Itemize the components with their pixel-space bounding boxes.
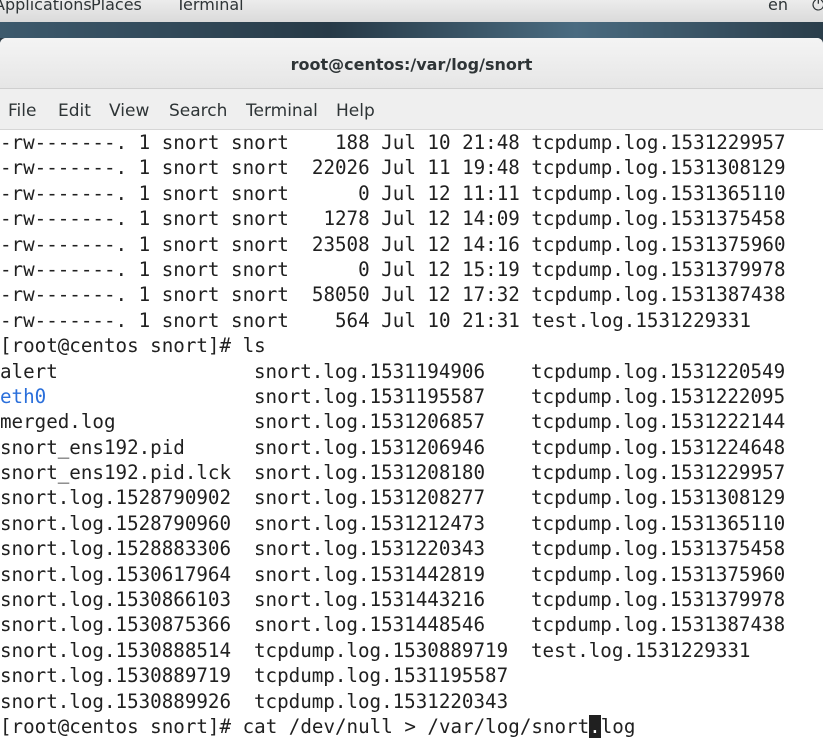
- file-entry: snort.log.1528883306: [0, 537, 232, 561]
- menu-file[interactable]: File: [8, 101, 36, 121]
- file-entry: snort.log.1530866103: [0, 588, 232, 612]
- file-entry: snort.log.1531220343: [254, 537, 486, 561]
- ls-row: snort.log.1530889926 tcpdump.log.15312203…: [0, 689, 823, 714]
- file-entry: snort.log.1531212473: [254, 511, 486, 535]
- file-entry: snort.log.1530889719: [0, 664, 232, 688]
- file-entry: snort.log.1531195587: [254, 384, 486, 408]
- file-entry: tcpdump.log.1531220549: [531, 359, 786, 383]
- power-icon[interactable]: ⏻: [812, 0, 823, 15]
- ls-row: snort_ens192.pid.lck snort.log.1531208180…: [0, 460, 823, 485]
- menu-terminal[interactable]: Terminal: [246, 101, 318, 121]
- file-entry: snort.log.1531442819: [254, 562, 486, 586]
- file-entry: tcpdump.log.1531222144: [531, 410, 786, 434]
- menu-bar: File Edit View Search Terminal Help: [0, 89, 823, 130]
- ls-row: alert snort.log.1531194906 tcpdump.log.153…: [0, 359, 823, 384]
- file-entry: tcpdump.log.1531365110: [531, 511, 786, 535]
- ls-row: snort.log.1530866103 snort.log.1531443216…: [0, 587, 823, 612]
- file-entry: tcpdump.log.1531220343: [254, 689, 509, 713]
- ls-row: snort.log.1528883306 snort.log.1531220343…: [0, 536, 823, 561]
- ls-long-line: -rw-------. 1 snort snort 188 Jul 10 21:…: [0, 131, 786, 154]
- file-entry: snort.log.1528790960: [0, 511, 232, 535]
- ls-long-line: -rw-------. 1 snort snort 22026 Jul 11 1…: [0, 156, 786, 180]
- file-entry: alert: [0, 359, 58, 383]
- file-entry: tcpdump.log.1531229957: [531, 461, 786, 485]
- file-entry: snort_ens192.pid: [0, 435, 185, 459]
- ls-row: snort.log.1530617964 snort.log.1531442819…: [0, 562, 823, 587]
- ls-long-line: -rw-------. 1 snort snort 0 Jul 12 15:19…: [0, 257, 786, 281]
- ls-long-line: -rw-------. 1 snort snort 58050 Jul 12 1…: [0, 283, 786, 307]
- menu-help[interactable]: Help: [336, 101, 375, 121]
- file-entry: tcpdump.log.1531222095: [531, 384, 786, 408]
- file-entry: snort.log.1531208180: [254, 461, 486, 485]
- gnome-top-bar: Applications Places Terminal en ⏻: [0, 0, 823, 22]
- file-entry: tcpdump.log.1531195587: [254, 664, 509, 688]
- applications-menu[interactable]: Applications: [0, 0, 92, 14]
- file-entry: snort.log.1528790902: [0, 486, 232, 510]
- file-entry: tcpdump.log.1531387438: [531, 613, 786, 637]
- file-entry: snort.log.1531206857: [254, 410, 486, 434]
- file-entry: snort.log.1531448546: [254, 613, 486, 637]
- file-entry: tcpdump.log.1530889719: [254, 638, 509, 662]
- file-entry: snort.log.1530617964: [0, 562, 232, 586]
- places-menu[interactable]: Places: [91, 0, 142, 14]
- file-entry: snort.log.1531208277: [254, 486, 486, 510]
- ls-row: merged.log snort.log.1531206857 tcpdump.lo…: [0, 409, 823, 434]
- file-entry: tcpdump.log.1531308129: [531, 486, 786, 510]
- file-entry: merged.log: [0, 410, 116, 434]
- text-cursor: .: [589, 714, 601, 738]
- file-entry: tcpdump.log.1531224648: [531, 435, 786, 459]
- file-entry: snort.log.1531443216: [254, 588, 486, 612]
- language-indicator[interactable]: en: [768, 0, 788, 14]
- file-entry: snort_ens192.pid.lck: [0, 461, 232, 485]
- ls-row: snort.log.1528790902 snort.log.1531208277…: [0, 485, 823, 510]
- ls-row: snort.log.1530875366 snort.log.1531448546…: [0, 612, 823, 637]
- file-entry: snort.log.1531194906: [254, 359, 486, 383]
- file-entry: snort.log.1530888514: [0, 638, 232, 662]
- ls-row: snort_ens192.pid snort.log.1531206946 tcpd…: [0, 435, 823, 460]
- command-text: [root@centos snort]# cat /dev/null > /va…: [0, 714, 590, 738]
- menu-view[interactable]: View: [109, 101, 149, 121]
- ls-long-line: -rw-------. 1 snort snort 23508 Jul 12 1…: [0, 232, 786, 256]
- terminal-output[interactable]: -rw-------. 1 snort snort 188 Jul 10 21:…: [0, 130, 823, 749]
- desktop-background: [0, 22, 823, 38]
- ls-row: snort.log.1528790960 snort.log.1531212473…: [0, 511, 823, 536]
- file-entry: eth0: [0, 384, 47, 408]
- file-entry: snort.log.1531206946: [254, 435, 486, 459]
- window-titlebar[interactable]: root@centos:/var/log/snort: [0, 38, 823, 89]
- window-title: root@centos:/var/log/snort: [290, 55, 533, 74]
- file-entry: tcpdump.log.1531375458: [531, 537, 786, 561]
- ls-long-line: -rw-------. 1 snort snort 0 Jul 12 11:11…: [0, 181, 786, 205]
- menu-search[interactable]: Search: [169, 101, 227, 121]
- ls-long-line: -rw-------. 1 snort snort 564 Jul 10 21:…: [0, 308, 751, 332]
- file-entry: tcpdump.log.1531375960: [531, 562, 786, 586]
- file-entry: test.log.1531229331: [531, 638, 751, 662]
- file-entry: snort.log.1530875366: [0, 613, 232, 637]
- file-entry: tcpdump.log.1531379978: [531, 588, 786, 612]
- command-text-tail: log: [600, 714, 636, 738]
- ls-row: snort.log.1530888514 tcpdump.log.15308897…: [0, 638, 823, 663]
- file-entry: snort.log.1530889926: [0, 689, 232, 713]
- ls-row: snort.log.1530889719 tcpdump.log.15311955…: [0, 663, 823, 688]
- ls-long-line: -rw-------. 1 snort snort 1278 Jul 12 14…: [0, 207, 786, 231]
- ls-row: eth0 snort.log.1531195587 tcpdump.log.1531…: [0, 384, 823, 409]
- command-input-line: [root@centos snort]# cat /dev/null > /va…: [0, 714, 823, 739]
- terminal-window: root@centos:/var/log/snort File Edit Vie…: [0, 38, 823, 749]
- menu-edit[interactable]: Edit: [58, 101, 91, 121]
- shell-prompt-line: [root@centos snort]# ls: [0, 334, 266, 358]
- terminal-app-menu[interactable]: Terminal: [176, 0, 244, 14]
